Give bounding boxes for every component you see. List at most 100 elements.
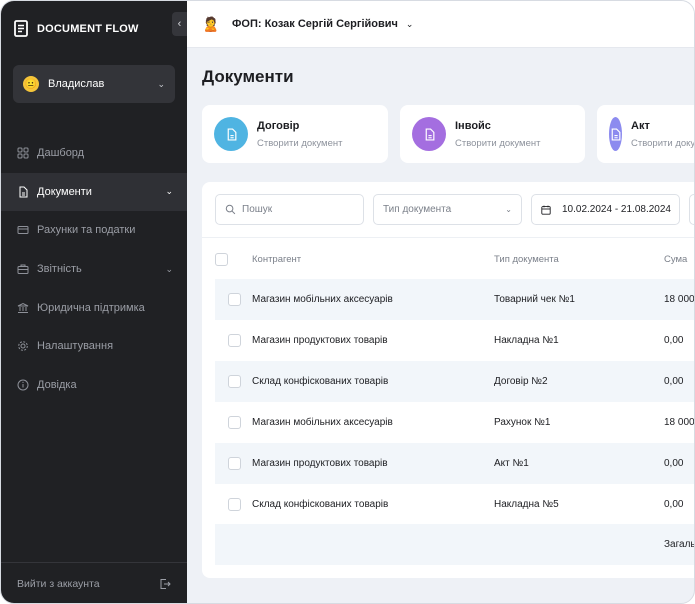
chevron-down-icon[interactable]: ⌄ (406, 19, 414, 30)
sidebar-item-legal[interactable]: Юридична підтримка (1, 288, 187, 327)
card-subtitle: Створити документ (631, 137, 695, 149)
document-icon (214, 117, 248, 151)
cell-counterparty: Магазин продуктових товарів (252, 335, 388, 346)
sidebar-item-reporting[interactable]: Звітність ⌄ (1, 250, 187, 289)
sidebar-item-bills-taxes[interactable]: Рахунки та податки (1, 211, 187, 250)
row-checkbox[interactable] (228, 457, 241, 470)
card-subtitle: Створити документ (257, 137, 343, 149)
card-title: Інвойс (455, 119, 491, 132)
row-checkbox[interactable] (228, 375, 241, 388)
briefcase-icon (17, 263, 29, 275)
company-selector[interactable]: ФОП: Козак Сергій Сергійович (232, 18, 398, 30)
cell-doc-type: Акт №1 (494, 458, 529, 469)
sidebar-item-label: Довідка (37, 378, 77, 391)
doc-type-select[interactable]: Тип документа ⌄ (373, 194, 522, 225)
table-row[interactable]: Склад конфіскованих товарів Договір №2 0… (215, 361, 694, 402)
header-doc-type[interactable]: Тип документа (494, 254, 559, 265)
sidebar-item-label: Документи (37, 185, 92, 198)
user-avatar: 😐 (23, 76, 39, 92)
logout-button[interactable]: Вийти з аккаунта (1, 562, 187, 603)
date-range-picker[interactable]: 10.02.2024 - 21.08.2024 (531, 194, 680, 225)
sidebar-nav: Дашборд Документи ⌄ Рахунки та податки З… (1, 134, 187, 404)
cell-amount: 0,00 (664, 499, 684, 510)
sidebar-item-label: Налаштування (37, 340, 114, 353)
chevron-down-icon: ⌄ (165, 263, 173, 274)
header-counterparty[interactable]: Контрагент (252, 254, 301, 265)
cell-amount: 0,00 (664, 376, 684, 387)
sidebar-item-documents[interactable]: Документи ⌄ (1, 172, 187, 212)
cell-counterparty: Магазин мобільних аксесуарів (252, 294, 393, 305)
table-row[interactable]: Магазин продуктових товарів Накладна №1 … (215, 320, 694, 361)
cell-doc-type: Накладна №5 (494, 499, 559, 510)
sidebar-item-label: Рахунки та податки (37, 224, 136, 237)
sidebar-item-label: Звітність (37, 263, 82, 276)
header-amount[interactable]: Сума (664, 254, 687, 265)
table-header: Контрагент Тип документа Сума (202, 239, 694, 279)
logo-icon (14, 20, 28, 37)
create-contract-card[interactable]: Договір Створити документ (202, 105, 388, 163)
card-icon (17, 224, 29, 236)
app-window: DOCUMENT FLOW ‹ 😐 Владислав ⌄ Дашборд До… (0, 0, 695, 604)
cell-counterparty: Магазин мобільних аксесуарів (252, 417, 393, 428)
chevron-left-icon: ‹ (177, 18, 182, 30)
page-title: Документи (202, 67, 294, 86)
doc-type-placeholder: Тип документа (383, 204, 452, 215)
cell-doc-type: Накладна №1 (494, 335, 559, 346)
bank-icon (17, 302, 29, 314)
card-subtitle: Створити документ (455, 137, 541, 149)
cell-amount: 0,00 (664, 335, 684, 346)
document-icon (412, 117, 446, 151)
sidebar-item-dashboard[interactable]: Дашборд (1, 134, 187, 173)
table-row[interactable]: Склад конфіскованих товарів Накладна №5 … (215, 484, 694, 525)
create-invoice-card[interactable]: Інвойс Створити документ (400, 105, 585, 163)
row-checkbox[interactable] (228, 498, 241, 511)
search-field[interactable] (215, 194, 364, 225)
sidebar-item-help[interactable]: Довідка (1, 366, 187, 405)
search-icon (225, 204, 236, 215)
app-logo[interactable]: DOCUMENT FLOW (13, 20, 139, 38)
dashboard-icon (17, 147, 29, 159)
cell-amount: 18 000,00 (664, 294, 695, 305)
more-filters-button[interactable] (689, 194, 694, 225)
row-checkbox[interactable] (228, 293, 241, 306)
card-title: Акт (631, 119, 650, 132)
calendar-icon (541, 205, 551, 215)
select-all-checkbox[interactable] (215, 253, 228, 266)
topbar: 🙎 ФОП: Козак Сергій Сергійович ⌄ (187, 1, 694, 48)
document-icon (17, 186, 29, 198)
create-act-card[interactable]: Акт Створити документ (597, 105, 695, 163)
sidebar: DOCUMENT FLOW ‹ 😐 Владислав ⌄ Дашборд До… (1, 1, 187, 603)
company-avatar: 🙎 (202, 16, 220, 32)
user-name: Владислав (48, 78, 105, 90)
row-checkbox[interactable] (228, 416, 241, 429)
collapse-sidebar-button[interactable]: ‹ (172, 12, 187, 36)
cell-doc-type: Рахунок №1 (494, 417, 551, 428)
cell-amount: 18 000,00 (664, 417, 695, 428)
logo-text: DOCUMENT FLOW (37, 23, 139, 35)
chevron-down-icon: ⌄ (505, 205, 512, 214)
search-input[interactable] (242, 204, 352, 215)
chevron-down-icon: ⌄ (165, 186, 173, 197)
card-title: Договір (257, 119, 300, 132)
cell-doc-type: Товарний чек №1 (494, 294, 575, 305)
table-total-row: Загальна сума (215, 524, 695, 565)
total-label: Загальна сума (664, 539, 695, 550)
info-icon (17, 379, 29, 391)
cell-counterparty: Склад конфіскованих товарів (252, 376, 389, 387)
row-checkbox[interactable] (228, 334, 241, 347)
filters-bar: Тип документа ⌄ 10.02.2024 - 21.08.2024 (202, 182, 694, 238)
logout-icon (160, 579, 171, 589)
sidebar-item-label: Юридична підтримка (37, 301, 145, 314)
cell-doc-type: Договір №2 (494, 376, 548, 387)
cell-amount: 0,00 (664, 458, 684, 469)
table-row[interactable]: Магазин мобільних аксесуарів Рахунок №1 … (215, 402, 695, 443)
sidebar-item-settings[interactable]: Налаштування (1, 327, 187, 366)
sidebar-item-label: Дашборд (37, 147, 85, 160)
chevron-down-icon: ⌄ (157, 78, 165, 89)
table-row[interactable]: Магазин мобільних аксесуарів Товарний че… (215, 279, 695, 320)
cell-counterparty: Магазин продуктових товарів (252, 458, 388, 469)
cell-counterparty: Склад конфіскованих товарів (252, 499, 389, 510)
gear-icon (17, 340, 29, 352)
table-row[interactable]: Магазин продуктових товарів Акт №1 0,00 (215, 443, 694, 484)
user-switcher[interactable]: 😐 Владислав ⌄ (13, 65, 175, 103)
